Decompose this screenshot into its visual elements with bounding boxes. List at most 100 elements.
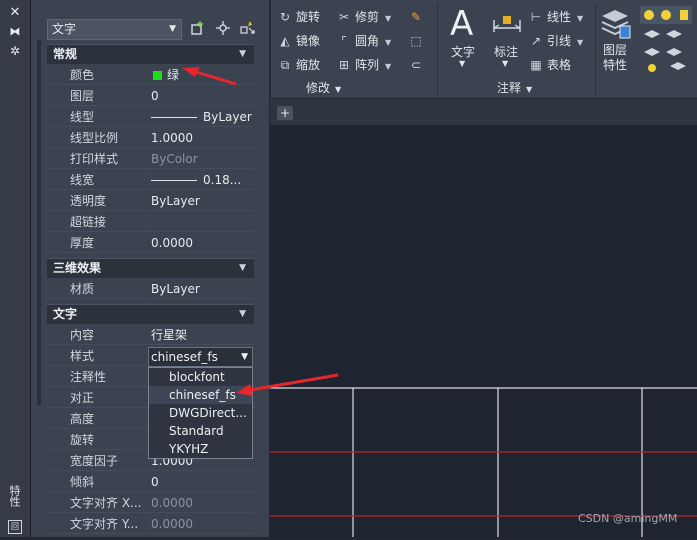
layer-state-icons[interactable] <box>640 6 695 72</box>
erase-button[interactable]: ✎ <box>408 7 427 27</box>
text-style-combobox[interactable]: chinesef_fs ▼ <box>148 347 253 367</box>
text-big-icon[interactable]: A <box>450 4 473 44</box>
property-value[interactable] <box>149 212 254 232</box>
leader-icon: ↗ <box>530 34 542 48</box>
property-key: 内容 <box>47 325 148 345</box>
modify-title-label: 修改 <box>306 81 331 95</box>
dropdown-option[interactable]: blockfont <box>149 368 252 386</box>
scale-label: 缩放 <box>296 58 321 72</box>
dropdown-option[interactable]: YKYHZ <box>149 440 252 458</box>
section-text[interactable]: 文字 ▼ <box>47 304 254 324</box>
property-value[interactable]: 0.18... <box>149 170 254 190</box>
property-value[interactable]: ByLayer <box>149 191 254 211</box>
auto-hide-icon[interactable]: ⧓ <box>8 25 22 39</box>
leader-label: 引线 <box>547 34 572 48</box>
cube-icon: ⬚ <box>410 34 422 48</box>
modify-panel-title[interactable]: 修改 ▼ <box>306 80 341 96</box>
property-row-linetype-scale[interactable]: 线型比例 1.0000 <box>47 128 254 149</box>
new-drawing-tab-button[interactable]: + <box>277 106 293 120</box>
text-button-label[interactable]: 文字 <box>451 43 475 60</box>
scale-icon: ⧉ <box>280 58 290 72</box>
property-value[interactable]: ByLayer <box>149 107 254 127</box>
property-key: 透明度 <box>47 191 148 211</box>
property-key: 宽度因子 <box>47 451 148 471</box>
rotate-icon: ↻ <box>279 10 291 24</box>
section-3d-effects[interactable]: 三维效果 ▼ <box>47 258 254 278</box>
collapse-icon: ▼ <box>239 263 246 273</box>
property-row-layer[interactable]: 图层 0 <box>47 86 254 107</box>
property-value[interactable]: ByLayer <box>149 279 254 299</box>
property-row-transparency[interactable]: 透明度 ByLayer <box>47 191 254 212</box>
toggle-pickadd-icon[interactable] <box>189 20 207 38</box>
select-objects-icon[interactable] <box>214 20 232 38</box>
panel-separator <box>595 4 596 96</box>
quick-select-icon[interactable] <box>238 20 256 38</box>
drawing-canvas[interactable] <box>270 125 697 537</box>
property-key: 对正 <box>47 388 148 408</box>
object-type-selector[interactable]: 文字 ▼ <box>47 19 182 40</box>
property-value[interactable]: 行星架 <box>149 325 254 345</box>
property-value[interactable]: 0 <box>149 86 254 106</box>
property-value[interactable]: 0.0000 <box>149 233 254 253</box>
dimension-button-label[interactable]: 标注 <box>494 43 518 60</box>
mirror-button[interactable]: ◭ 镜像 <box>277 31 320 51</box>
scale-button[interactable]: ⧉ 缩放 <box>277 55 320 75</box>
property-value[interactable]: 0.0000 <box>149 514 254 534</box>
trim-button[interactable]: ✂ 修剪 ▼ <box>336 7 391 27</box>
chevron-down-icon: ▼ <box>459 59 466 68</box>
property-row-color[interactable]: 颜色 绿 <box>47 65 254 86</box>
annotation-panel-title[interactable]: 注释 ▼ <box>497 80 532 96</box>
property-key: 线型比例 <box>47 128 148 148</box>
property-row-oblique[interactable]: 倾斜 0 <box>47 472 254 493</box>
property-row-align-y[interactable]: 文字对齐 Y... 0.0000 <box>47 514 254 535</box>
property-row-lineweight[interactable]: 线宽 0.18... <box>47 170 254 191</box>
property-value[interactable]: ByColor <box>149 149 254 169</box>
layer-properties-label[interactable]: 图层 特性 <box>603 43 627 73</box>
mirror-icon: ◭ <box>280 34 290 48</box>
property-row-linetype[interactable]: 线型 ByLayer <box>47 107 254 128</box>
layer-properties-icon[interactable] <box>600 6 632 42</box>
object-type-value: 文字 <box>52 22 77 36</box>
mirror-label: 镜像 <box>296 34 321 48</box>
property-row-align-x[interactable]: 文字对齐 X... 0.0000 <box>47 493 254 514</box>
dropdown-option[interactable]: DWGDirect... <box>149 404 252 422</box>
color-value: 绿 <box>167 68 180 82</box>
property-key: 高度 <box>47 409 148 429</box>
property-row-contents[interactable]: 内容 行星架 <box>47 325 254 346</box>
palette-bottom-icon[interactable]: 回 <box>8 520 22 534</box>
property-row-thickness[interactable]: 厚度 0.0000 <box>47 233 254 254</box>
rotate-button[interactable]: ↻ 旋转 <box>277 7 320 27</box>
text-style-dropdown[interactable]: blockfont chinesef_fs DWGDirect... Stand… <box>148 367 253 459</box>
close-icon[interactable]: ✕ <box>8 6 22 20</box>
dropdown-option[interactable]: Standard <box>149 422 252 440</box>
chevron-down-icon: ▼ <box>577 38 584 47</box>
property-value[interactable]: 0.0000 <box>149 493 254 513</box>
chevron-down-icon: ▼ <box>241 352 248 362</box>
property-key: 线型 <box>47 107 148 127</box>
dropdown-option[interactable]: chinesef_fs <box>149 386 252 404</box>
chevron-down-icon: ▼ <box>169 24 176 34</box>
leader-button[interactable]: ↗ 引线 ▼ <box>528 31 583 51</box>
property-value[interactable]: 0 <box>149 472 254 492</box>
offset-button[interactable]: ⊂ <box>408 55 427 75</box>
properties-scrollbar[interactable] <box>37 40 41 405</box>
dimension-icon[interactable] <box>490 6 524 40</box>
palette-settings-icon[interactable]: ✲ <box>8 44 22 58</box>
property-row-hyperlink[interactable]: 超链接 <box>47 212 254 233</box>
text-style-value: chinesef_fs <box>151 350 218 364</box>
property-value[interactable]: 1.0000 <box>149 128 254 148</box>
color-swatch-icon <box>153 71 162 80</box>
section-general[interactable]: 常规 ▼ <box>47 44 254 64</box>
offset-icon: ⊂ <box>410 58 422 72</box>
array-button[interactable]: ⊞ 阵列 ▼ <box>336 55 391 75</box>
property-row-plot-style[interactable]: 打印样式 ByColor <box>47 149 254 170</box>
table-button[interactable]: ▦ 表格 <box>528 55 571 75</box>
fillet-button[interactable]: ⌜ 圆角 ▼ <box>336 31 391 51</box>
fillet-icon: ⌜ <box>341 34 347 48</box>
property-row-material[interactable]: 材质 ByLayer <box>47 279 254 300</box>
explode-button[interactable]: ⬚ <box>408 31 427 51</box>
property-value[interactable]: 绿 <box>149 65 254 85</box>
linetype-preview <box>151 117 197 118</box>
property-key: 文字对齐 Y... <box>47 514 148 534</box>
linear-button[interactable]: ⊢ 线性 ▼ <box>528 7 583 27</box>
